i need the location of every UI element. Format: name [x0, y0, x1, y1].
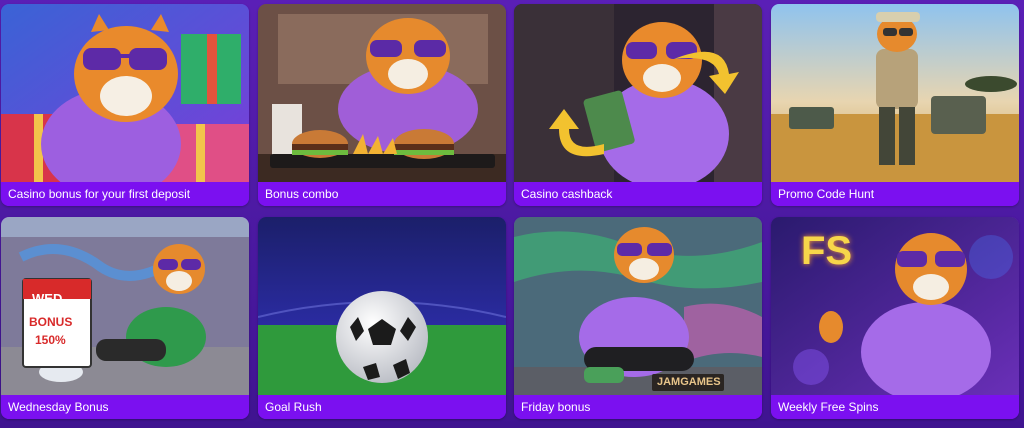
promotions-grid: Casino bonus for your first deposit Bonu…: [0, 0, 1024, 428]
promo-card-footer: Promo Code Hunt: [771, 182, 1019, 206]
calendar-bonus-percent: 150%: [35, 333, 66, 347]
promo-card-friday-bonus[interactable]: JAMGAMES Friday bonus: [514, 217, 762, 419]
promo-card-first-deposit[interactable]: Casino bonus for your first deposit: [1, 4, 249, 206]
promo-image-soccer-ball: [258, 217, 506, 395]
promo-card-footer: Casino cashback: [514, 182, 762, 206]
jamgames-sign: JAMGAMES: [657, 376, 721, 388]
promo-image-cash-with-arrows: [514, 4, 762, 182]
promo-card-footer: Friday bonus: [514, 395, 762, 419]
promo-title: Promo Code Hunt: [778, 187, 875, 201]
promo-image-calendar-street: WED BONUS 150%: [1, 217, 249, 395]
promo-card-footer: Casino bonus for your first deposit: [1, 182, 249, 206]
promo-title: Casino bonus for your first deposit: [8, 187, 191, 201]
promo-title: Goal Rush: [265, 400, 322, 414]
promo-card-casino-cashback[interactable]: Casino cashback: [514, 4, 762, 206]
promo-card-weekly-free-spins[interactable]: FS Weekly Free Spins: [771, 217, 1019, 419]
calendar-day: WED: [32, 291, 63, 306]
promo-image-gift-boxes: [1, 4, 249, 182]
promo-card-wednesday-bonus[interactable]: WED BONUS 150% Wednesday Bonus: [1, 217, 249, 419]
calendar-bonus-label: BONUS: [29, 315, 73, 329]
promo-card-footer: Goal Rush: [258, 395, 506, 419]
promo-card-promo-code-hunt[interactable]: Promo Code Hunt: [771, 4, 1019, 206]
promo-title: Weekly Free Spins: [778, 400, 879, 414]
promo-card-bonus-combo[interactable]: Bonus combo: [258, 4, 506, 206]
promo-image-safari-explorer: [771, 4, 1019, 182]
promo-title: Casino cashback: [521, 187, 613, 201]
promo-card-footer: Bonus combo: [258, 182, 506, 206]
promo-title: Friday bonus: [521, 400, 591, 414]
promo-card-footer: Wednesday Bonus: [1, 395, 249, 419]
promo-title: Bonus combo: [265, 187, 339, 201]
promo-card-footer: Weekly Free Spins: [771, 395, 1019, 419]
neon-fs-sign: FS: [801, 229, 853, 273]
promo-image-graffiti-wall: JAMGAMES: [514, 217, 762, 395]
promo-image-burger-meal: [258, 4, 506, 182]
promo-card-goal-rush[interactable]: Goal Rush: [258, 217, 506, 419]
promo-title: Wednesday Bonus: [8, 400, 109, 414]
promo-image-neon-fs: FS: [771, 217, 1019, 395]
